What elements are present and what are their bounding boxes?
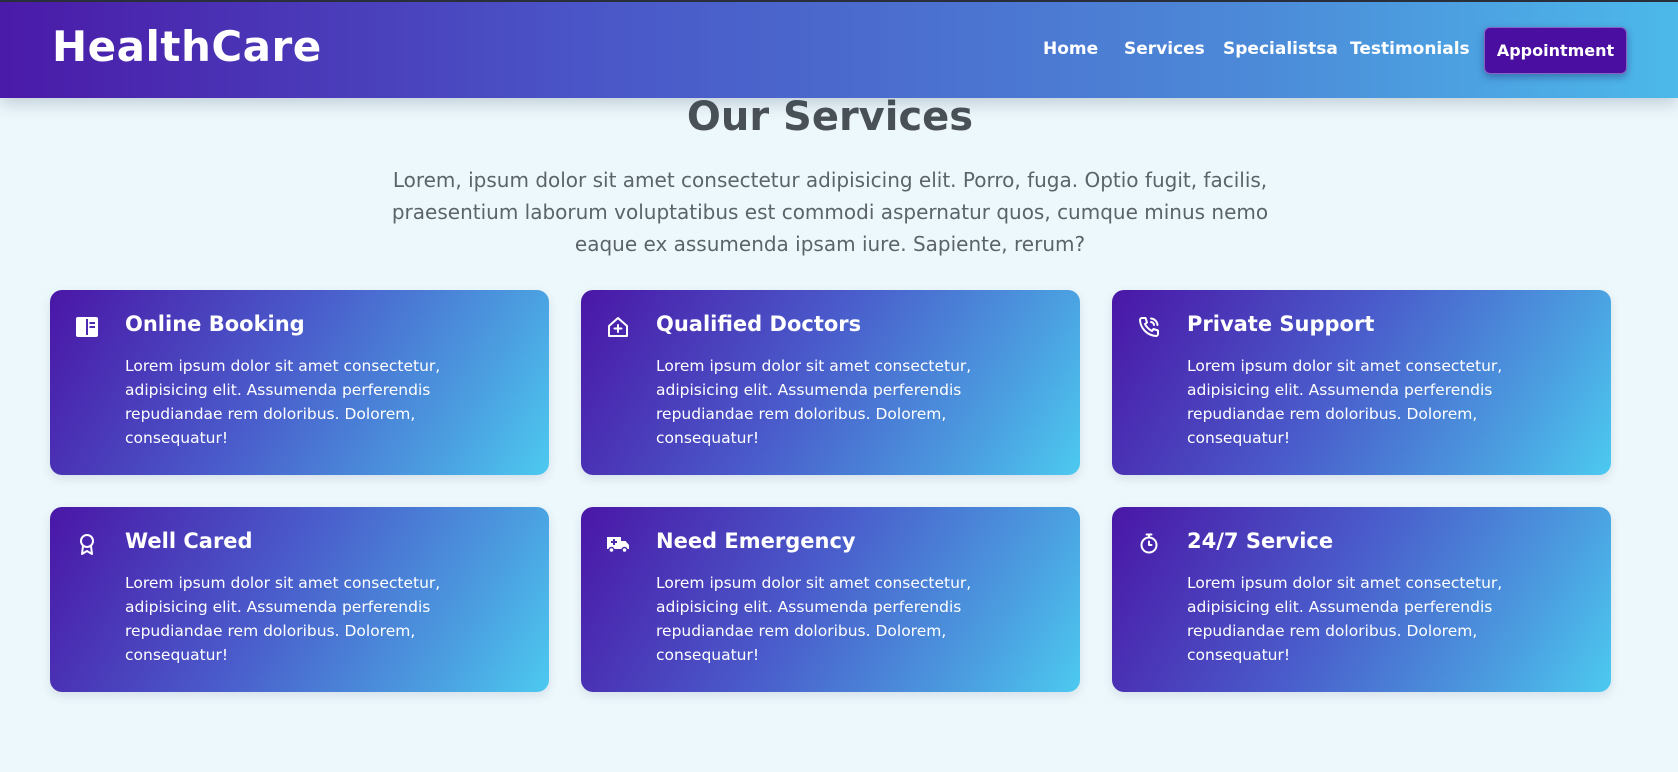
card-text: Lorem ipsum dolor sit amet consectetur, …	[125, 574, 441, 664]
stopwatch-icon	[1136, 531, 1162, 557]
service-card-24-7-service[interactable]: 24/7 Service Lorem ipsum dolor sit amet …	[1112, 507, 1611, 692]
service-card-well-cared[interactable]: Well Cared Lorem ipsum dolor sit amet co…	[50, 507, 549, 692]
book-icon	[74, 314, 100, 340]
nav-link-testimonials[interactable]: Testimonials	[1350, 39, 1470, 59]
card-title: 24/7 Service	[1187, 529, 1334, 553]
services-intro: Lorem, ipsum dolor sit amet consectetur …	[391, 168, 1269, 256]
card-text: Lorem ipsum dolor sit amet consectetur, …	[125, 357, 441, 447]
nav-link-specialists[interactable]: Specialistsa	[1223, 39, 1338, 59]
site-header: HealthCare Home Services Specialistsa Te…	[0, 2, 1678, 98]
service-card-need-emergency[interactable]: Need Emergency Lorem ipsum dolor sit ame…	[581, 507, 1080, 692]
nav-link-home[interactable]: Home	[1043, 39, 1098, 59]
service-card-private-support[interactable]: Private Support Lorem ipsum dolor sit am…	[1112, 290, 1611, 475]
card-title: Private Support	[1187, 312, 1375, 336]
card-title: Qualified Doctors	[656, 312, 862, 336]
page-title: Our Services	[686, 94, 974, 140]
site-logo[interactable]: HealthCare	[52, 22, 322, 71]
card-text: Lorem ipsum dolor sit amet consectetur, …	[1187, 357, 1503, 447]
house-medical-icon	[605, 314, 631, 340]
service-card-qualified-doctors[interactable]: Qualified Doctors Lorem ipsum dolor sit …	[581, 290, 1080, 475]
appointment-button[interactable]: Appointment	[1484, 27, 1627, 74]
award-icon	[74, 531, 100, 557]
service-card-online-booking[interactable]: Online Booking Lorem ipsum dolor sit ame…	[50, 290, 549, 475]
card-text: Lorem ipsum dolor sit amet consectetur, …	[656, 574, 972, 664]
card-title: Well Cared	[125, 529, 253, 553]
card-title: Need Emergency	[656, 529, 856, 553]
card-text: Lorem ipsum dolor sit amet consectetur, …	[1187, 574, 1503, 664]
phone-icon	[1136, 314, 1162, 340]
ambulance-icon	[605, 531, 631, 557]
card-title: Online Booking	[125, 312, 305, 336]
card-text: Lorem ipsum dolor sit amet consectetur, …	[656, 357, 972, 447]
nav-link-services[interactable]: Services	[1124, 39, 1205, 59]
